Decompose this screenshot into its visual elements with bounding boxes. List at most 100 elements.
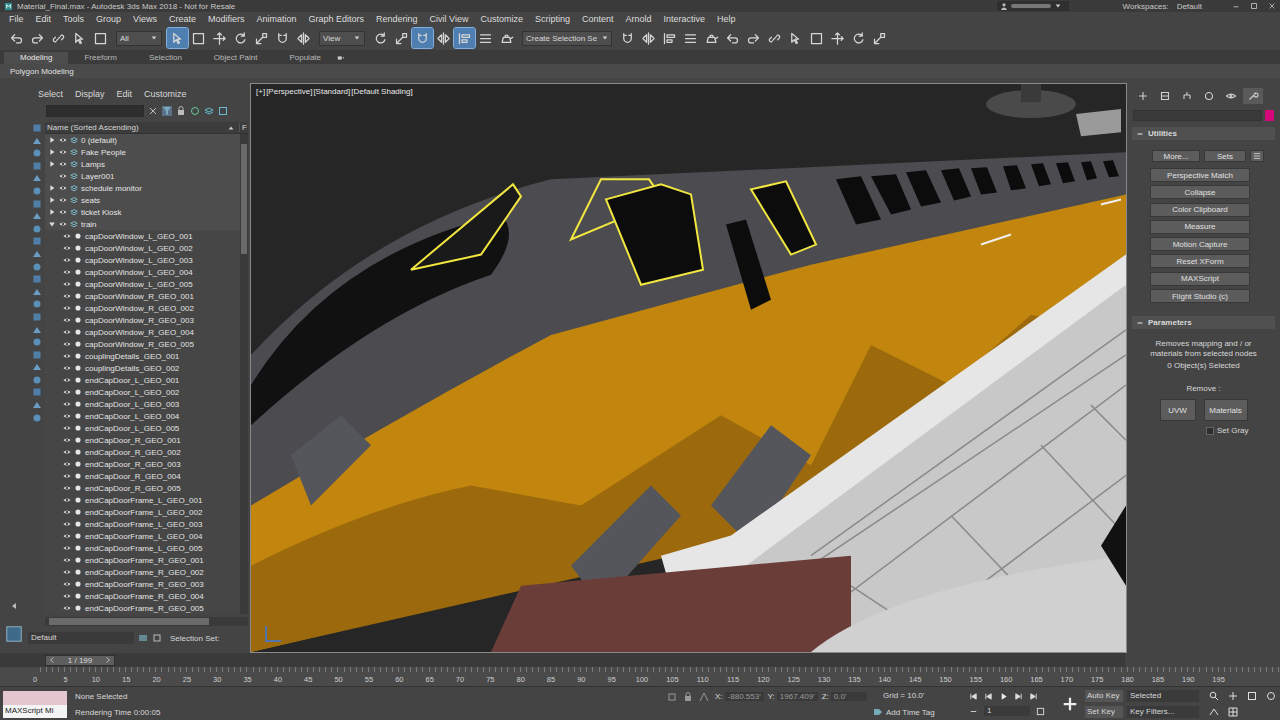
time-slider-thumb[interactable]: 1 / 199 <box>45 655 115 666</box>
visibility-eye-icon[interactable] <box>63 568 71 576</box>
toolbar-button[interactable] <box>848 28 869 48</box>
tree-row[interactable]: couplingDetails_GEO_002 <box>45 362 240 374</box>
visibility-eye-icon[interactable] <box>63 580 71 588</box>
display-filter-icon[interactable] <box>32 337 42 347</box>
menu-item[interactable]: Interactive <box>663 14 705 24</box>
previous-key-icon[interactable] <box>984 692 993 701</box>
tree-row[interactable]: endCapDoor_R_GEO_001 <box>45 434 240 446</box>
explorer-menu-item[interactable]: Edit <box>117 89 133 99</box>
object-dot-icon[interactable] <box>74 364 82 372</box>
visibility-eye-icon[interactable] <box>63 556 71 564</box>
track-bar[interactable]: 0510152025303540455055606570758085909510… <box>0 667 1280 687</box>
utility-button[interactable]: MAXScript <box>1150 272 1250 286</box>
layer-stack-icon[interactable] <box>70 160 78 168</box>
tree-row[interactable]: endCapDoorFrame_R_GEO_005 <box>45 602 240 614</box>
tree-row[interactable]: endCapDoorFrame_L_GEO_003 <box>45 518 240 530</box>
visibility-eye-icon[interactable] <box>63 292 71 300</box>
utility-button[interactable]: Perspective Match <box>1150 168 1250 182</box>
visibility-eye-icon[interactable] <box>63 496 71 504</box>
toolbar-button[interactable] <box>785 28 806 48</box>
more-button[interactable]: More... <box>1152 150 1200 162</box>
ribbon-tab[interactable]: Freeform <box>68 52 132 64</box>
workspaces-dropdown[interactable]: Default <box>1173 2 1222 11</box>
zoom-icon[interactable] <box>1209 691 1219 701</box>
visibility-eye-icon[interactable] <box>63 412 71 420</box>
visibility-eye-icon[interactable] <box>63 328 71 336</box>
visibility-eye-icon[interactable] <box>59 184 67 192</box>
tree-row[interactable]: capDoorWindow_R_GEO_001 <box>45 290 240 302</box>
coordinate-field[interactable]: X:-880.553' <box>715 692 764 701</box>
menu-item[interactable]: Civil View <box>430 14 469 24</box>
next-key-icon[interactable] <box>1014 692 1023 701</box>
tree-row[interactable]: endCapDoor_R_GEO_004 <box>45 470 240 482</box>
name-column-header[interactable]: Name (Sorted Ascending) <box>47 123 223 132</box>
toolbar-button[interactable] <box>722 28 743 48</box>
tree-row[interactable]: endCapDoorFrame_R_GEO_002 <box>45 566 240 578</box>
explorer-menu-item[interactable]: Display <box>75 89 105 99</box>
object-color-swatch[interactable] <box>1265 110 1274 121</box>
scroll-thumb[interactable] <box>241 144 247 254</box>
visibility-eye-icon[interactable] <box>59 208 67 216</box>
key-mode-dropdown[interactable]: Selected <box>1127 690 1199 702</box>
menu-item[interactable]: Help <box>717 14 736 24</box>
visibility-eye-icon[interactable] <box>63 508 71 516</box>
utilities-rollout-header[interactable]: Utilities <box>1132 127 1275 140</box>
object-dot-icon[interactable] <box>74 448 82 456</box>
scroll-thumb[interactable] <box>49 618 209 625</box>
current-layer-dropdown[interactable]: Default <box>28 632 134 644</box>
toolbar-button[interactable] <box>659 28 680 48</box>
options-icon[interactable] <box>152 633 162 643</box>
tree-row[interactable]: capDoorWindow_L_GEO_003 <box>45 254 240 266</box>
explorer-search-field[interactable] <box>46 105 144 117</box>
object-dot-icon[interactable] <box>74 544 82 552</box>
object-dot-icon[interactable] <box>74 280 82 288</box>
go-to-start-icon[interactable] <box>969 692 978 701</box>
tree-row[interactable]: capDoorWindow_R_GEO_004 <box>45 326 240 338</box>
tree-row[interactable]: capDoorWindow_R_GEO_002 <box>45 302 240 314</box>
display-filter-icon[interactable] <box>32 262 42 272</box>
object-dot-icon[interactable] <box>74 496 82 504</box>
visibility-eye-icon[interactable] <box>63 448 71 456</box>
perspective-viewport[interactable]: [+][Perspective][Standard][Default Shadi… <box>250 83 1127 653</box>
set-key-icon[interactable] <box>1061 695 1079 713</box>
tree-row[interactable]: Layer001 <box>45 170 240 182</box>
toolbar-button[interactable] <box>764 28 785 48</box>
object-dot-icon[interactable] <box>74 568 82 576</box>
tree-row[interactable]: endCapDoor_L_GEO_005 <box>45 422 240 434</box>
ribbon-options-icon[interactable] <box>337 54 345 62</box>
toolbar-button[interactable] <box>617 28 638 48</box>
layer-stack-icon[interactable] <box>70 208 78 216</box>
key-filters-button[interactable]: Key Filters... <box>1127 706 1199 718</box>
command-panel-tab[interactable] <box>1177 88 1197 104</box>
toolbar-button[interactable] <box>370 28 391 48</box>
object-dot-icon[interactable] <box>74 232 82 240</box>
viewport-label-menu[interactable]: [Default Shading] <box>351 87 412 96</box>
orbit-icon[interactable] <box>1266 691 1276 701</box>
toolbar-button[interactable] <box>638 28 659 48</box>
explorer-menu-item[interactable]: Customize <box>144 89 187 99</box>
add-time-tag[interactable]: Add Time Tag <box>873 707 969 717</box>
pan-icon[interactable] <box>1228 691 1238 701</box>
object-dot-icon[interactable] <box>74 592 82 600</box>
layer-stack-icon[interactable] <box>70 136 78 144</box>
toolbar-button[interactable] <box>680 28 701 48</box>
layers-icon[interactable] <box>204 106 214 116</box>
visibility-eye-icon[interactable] <box>59 160 67 168</box>
remove-button[interactable]: Materials <box>1204 399 1248 421</box>
display-filter-icon[interactable] <box>32 123 42 133</box>
set-gray-checkbox[interactable]: Set Gray <box>1138 426 1249 435</box>
toolbar-button[interactable] <box>6 28 27 48</box>
collapsed-arrow-icon[interactable] <box>48 184 56 192</box>
visibility-eye-icon[interactable] <box>63 520 71 528</box>
object-dot-icon[interactable] <box>74 460 82 468</box>
tree-row[interactable]: endCapDoor_L_GEO_001 <box>45 374 240 386</box>
menu-item[interactable]: Create <box>169 14 196 24</box>
toolbar-button[interactable] <box>391 28 412 48</box>
menu-item[interactable]: Content <box>582 14 614 24</box>
object-dot-icon[interactable] <box>74 556 82 564</box>
tree-row[interactable]: Lamps <box>45 158 240 170</box>
time-config-icon[interactable] <box>1036 707 1045 716</box>
visibility-eye-icon[interactable] <box>63 376 71 384</box>
tree-row[interactable]: ticket Kiosk <box>45 206 240 218</box>
toolbar-button[interactable] <box>69 28 90 48</box>
